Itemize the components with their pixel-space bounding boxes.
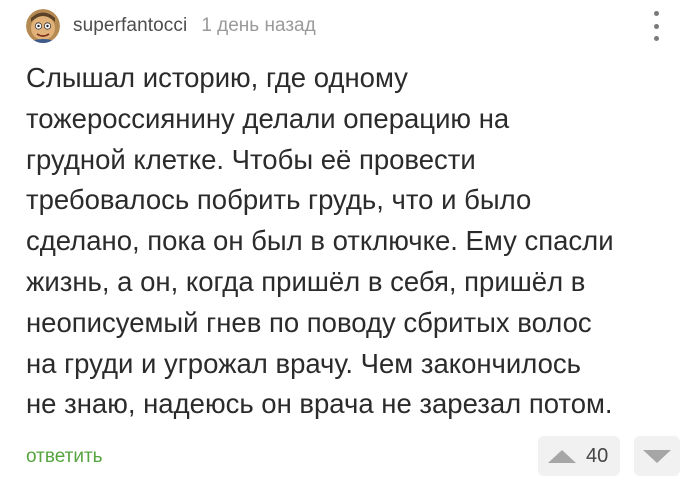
comment-card: superfantocci 1 день назад Слышал истори… [0, 0, 700, 479]
more-dot [653, 36, 659, 41]
avatar[interactable] [26, 9, 60, 43]
comment-header: superfantocci 1 день назад [26, 6, 316, 46]
author-name[interactable]: superfantocci [73, 15, 187, 37]
rating-count: 40 [586, 444, 609, 467]
upvote-button[interactable]: 40 [538, 436, 620, 476]
more-dot [653, 23, 659, 29]
comment-text: Слышал историю, где одному тожероссиянин… [26, 62, 614, 420]
arrow-down-icon [643, 449, 671, 463]
reply-link[interactable]: ответить [26, 446, 103, 468]
arrow-up-icon [548, 449, 576, 463]
more-dot [653, 11, 659, 16]
downvote-button[interactable] [634, 436, 680, 476]
comment-timestamp: 1 день назад [201, 15, 316, 36]
more-options-icon[interactable] [645, 11, 667, 41]
